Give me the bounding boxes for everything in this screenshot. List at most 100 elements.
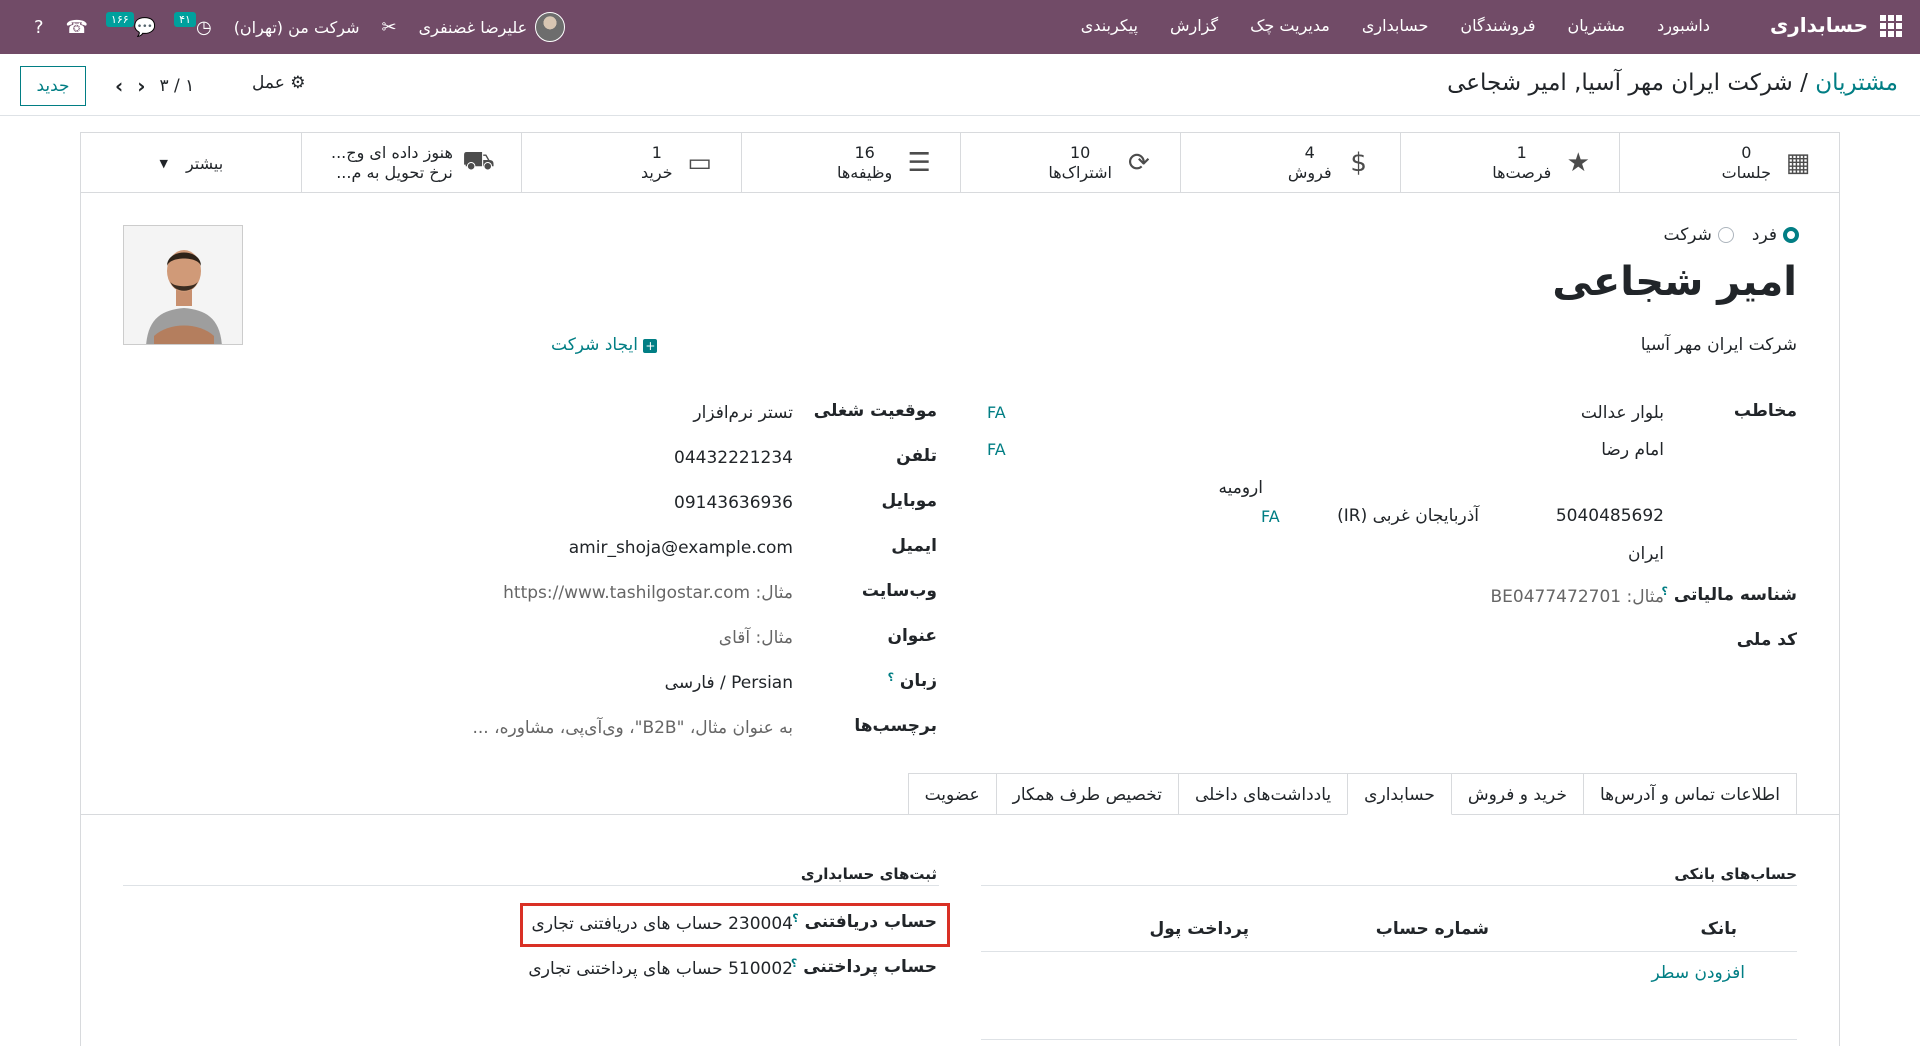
street-translate-button[interactable]: FA (987, 403, 1006, 422)
radio-company[interactable]: شرکت (1664, 225, 1734, 245)
partner-name-field[interactable]: امیر شجاعی (1552, 259, 1797, 305)
plus-square-icon: + (643, 339, 658, 353)
pager-next-icon[interactable]: › (137, 74, 145, 98)
tab-contacts-addresses[interactable]: اطلاعات تماس و آدرس‌ها (1582, 773, 1797, 815)
apps-grid-icon[interactable] (1880, 15, 1902, 37)
smart-value: هنوز داده ای وج... (331, 143, 453, 162)
smart-value: 0 (1741, 143, 1752, 162)
zip-field[interactable]: 5040485692 (1556, 506, 1664, 526)
new-button[interactable]: جدید (20, 66, 86, 106)
tab-sales-purchase[interactable]: خرید و فروش (1450, 773, 1584, 815)
messages-menu[interactable]: 💬 ۱۶۶ (105, 11, 157, 38)
smart-label: اشتراک‌ها (1048, 163, 1112, 182)
debug-tools[interactable]: ✂ (382, 17, 397, 38)
smart-button-subscriptions[interactable]: ⟳ 10 اشتراک‌ها (960, 133, 1180, 193)
radio-unchecked-icon (1717, 227, 1734, 243)
city-field[interactable]: ارومیه (1219, 478, 1264, 498)
create-company-label: ایجاد شرکت (551, 335, 638, 355)
website-field[interactable]: مثال: https://www.tashilgostar.com (503, 583, 793, 603)
action-label: عمل (252, 73, 285, 93)
email-field[interactable]: amir_shoja@example.com (569, 538, 793, 558)
smart-label: نرخ تحویل به م... (336, 163, 453, 182)
main-menu: داشبورد مشتریان فروشندگان حسابداری مدیری… (1081, 16, 1710, 35)
tasks-icon: ☰ (907, 148, 931, 178)
radio-label: فرد (1751, 225, 1777, 245)
caret-down-icon: ▼ (159, 156, 168, 170)
smart-value: 10 (1069, 143, 1091, 162)
help-tooltip-icon[interactable]: ؟ (792, 912, 798, 925)
mobile-label: موبایل (881, 491, 937, 511)
job-position-field[interactable]: تستر نرم‌افزار (693, 403, 793, 423)
bank-column-header[interactable]: بانک (1700, 919, 1737, 939)
national-code-label: کد ملی (1736, 630, 1797, 650)
mobile-field[interactable]: 09143636936 (674, 493, 793, 513)
tab-partner-assignment[interactable]: تخصیص طرف همکار (995, 773, 1179, 815)
star-icon: ★ (1566, 148, 1590, 178)
breadcrumb-parent[interactable]: مشتریان (1815, 70, 1898, 96)
smart-button-meetings[interactable]: ▦ 0 جلسات (1619, 133, 1839, 193)
create-company-button[interactable]: + ایجاد شرکت (551, 335, 658, 355)
action-menu[interactable]: ⚙ عمل (252, 73, 306, 93)
smart-button-purchases[interactable]: ▭ 1 خرید (520, 133, 741, 193)
tab-internal-notes[interactable]: یادداشت‌های داخلی (1178, 773, 1349, 815)
tools-icon: ✂ (381, 16, 397, 38)
menu-check-management[interactable]: مدیریت چک (1250, 16, 1330, 35)
partner-avatar-image[interactable] (123, 225, 243, 345)
menu-dashboard[interactable]: داشبورد (1657, 16, 1710, 35)
receivable-account-field[interactable]: 230004 حساب های دریافتنی تجاری (532, 914, 793, 934)
account-number-column-header[interactable]: شماره حساب (1376, 919, 1489, 939)
voip-menu[interactable]: ☎ (66, 17, 88, 38)
refresh-icon: ⟳ (1128, 148, 1150, 178)
vat-label: شناسه مالیاتی ؟ (1662, 585, 1798, 605)
city-translate-button[interactable]: FA (1261, 507, 1280, 526)
payment-column-header[interactable]: پرداخت پول (1150, 919, 1249, 939)
help-menu[interactable]: ? (34, 17, 44, 38)
smart-button-tasks[interactable]: ☰ 16 وظیفه‌ها (740, 133, 961, 193)
help-tooltip-icon[interactable]: ؟ (888, 671, 894, 684)
menu-customers[interactable]: مشتریان (1568, 16, 1626, 35)
company-switcher[interactable]: شرکت من (تهران) (234, 18, 360, 37)
activity-count-badge: ۴۱ (174, 11, 196, 27)
street2-field[interactable]: امام رضا (1601, 440, 1664, 460)
pager-previous-icon[interactable]: ‹ (115, 74, 123, 98)
phone-field[interactable]: 04432221234 (674, 448, 793, 468)
smart-value: 16 (854, 143, 875, 162)
tab-accounting[interactable]: حسابداری (1347, 773, 1452, 815)
smart-label: جلسات (1721, 163, 1771, 182)
vat-field[interactable]: مثال: BE0477472701 (1491, 587, 1664, 607)
parent-company-field[interactable]: شرکت ایران مهر آسیا (1641, 335, 1797, 355)
smart-button-delivery-rate[interactable]: ⛟ هنوز داده ای وج... نرخ تحویل به م... (301, 133, 521, 193)
language-field[interactable]: Persian / فارسی (665, 673, 793, 693)
smart-button-more[interactable]: بیشتر ▼ (82, 133, 302, 193)
smart-button-sales[interactable]: $ 4 فروش (1179, 133, 1400, 193)
smart-buttons: ▦ 0 جلسات ★ 1 فرصت‌ها $ 4 فروش ⟳ 10 اشتراک‌ه… (81, 133, 1839, 193)
pager-value[interactable]: ۳ / ۱ (160, 76, 195, 96)
title-field[interactable]: مثال: آقای (719, 628, 793, 648)
smart-label: بیشتر (185, 153, 224, 173)
payable-label: حساب پرداختنی ؟ (791, 957, 937, 977)
accounting-entries-title: ثبت‌های حسابداری (800, 865, 937, 883)
bank-table-header-divider (981, 951, 1797, 952)
menu-reporting[interactable]: گزارش (1170, 16, 1218, 35)
app-name[interactable]: حسابداری (1770, 13, 1868, 37)
street-field[interactable]: بلوار عدالت (1581, 403, 1664, 423)
smart-button-opportunities[interactable]: ★ 1 فرصت‌ها (1399, 133, 1620, 193)
menu-configuration[interactable]: پیکربندی (1081, 16, 1138, 35)
add-line-button[interactable]: افزودن سطر (1652, 963, 1745, 983)
menu-vendors[interactable]: فروشندگان (1460, 16, 1535, 35)
user-menu[interactable]: علیرضا غضنفری (419, 12, 566, 42)
chat-icon: 💬 (133, 16, 157, 38)
activities-menu[interactable]: ◷ ۴۱ (174, 11, 212, 38)
state-field[interactable]: آذربایجان غربی (IR) (1337, 506, 1479, 526)
partner-type-radios: فرد شرکت (1664, 225, 1799, 245)
smart-value: 1 (1516, 143, 1527, 162)
tags-field[interactable]: به عنوان مثال، "B2B"، وی‌آی‌پی، مشاوره، … (473, 718, 794, 738)
country-field[interactable]: ایران (1628, 544, 1664, 564)
menu-accounting[interactable]: حسابداری (1362, 16, 1429, 35)
navbar-systray: علیرضا غضنفری ✂ شرکت من (تهران) ◷ ۴۱ 💬 ۱… (12, 0, 566, 54)
payable-account-field[interactable]: 510002 حساب های پرداختنی تجاری (528, 959, 793, 979)
radio-individual[interactable]: فرد (1752, 225, 1799, 245)
tab-membership[interactable]: عضویت (907, 773, 997, 815)
street2-translate-button[interactable]: FA (987, 440, 1006, 459)
tags-label: برچسب‌ها (854, 716, 937, 736)
